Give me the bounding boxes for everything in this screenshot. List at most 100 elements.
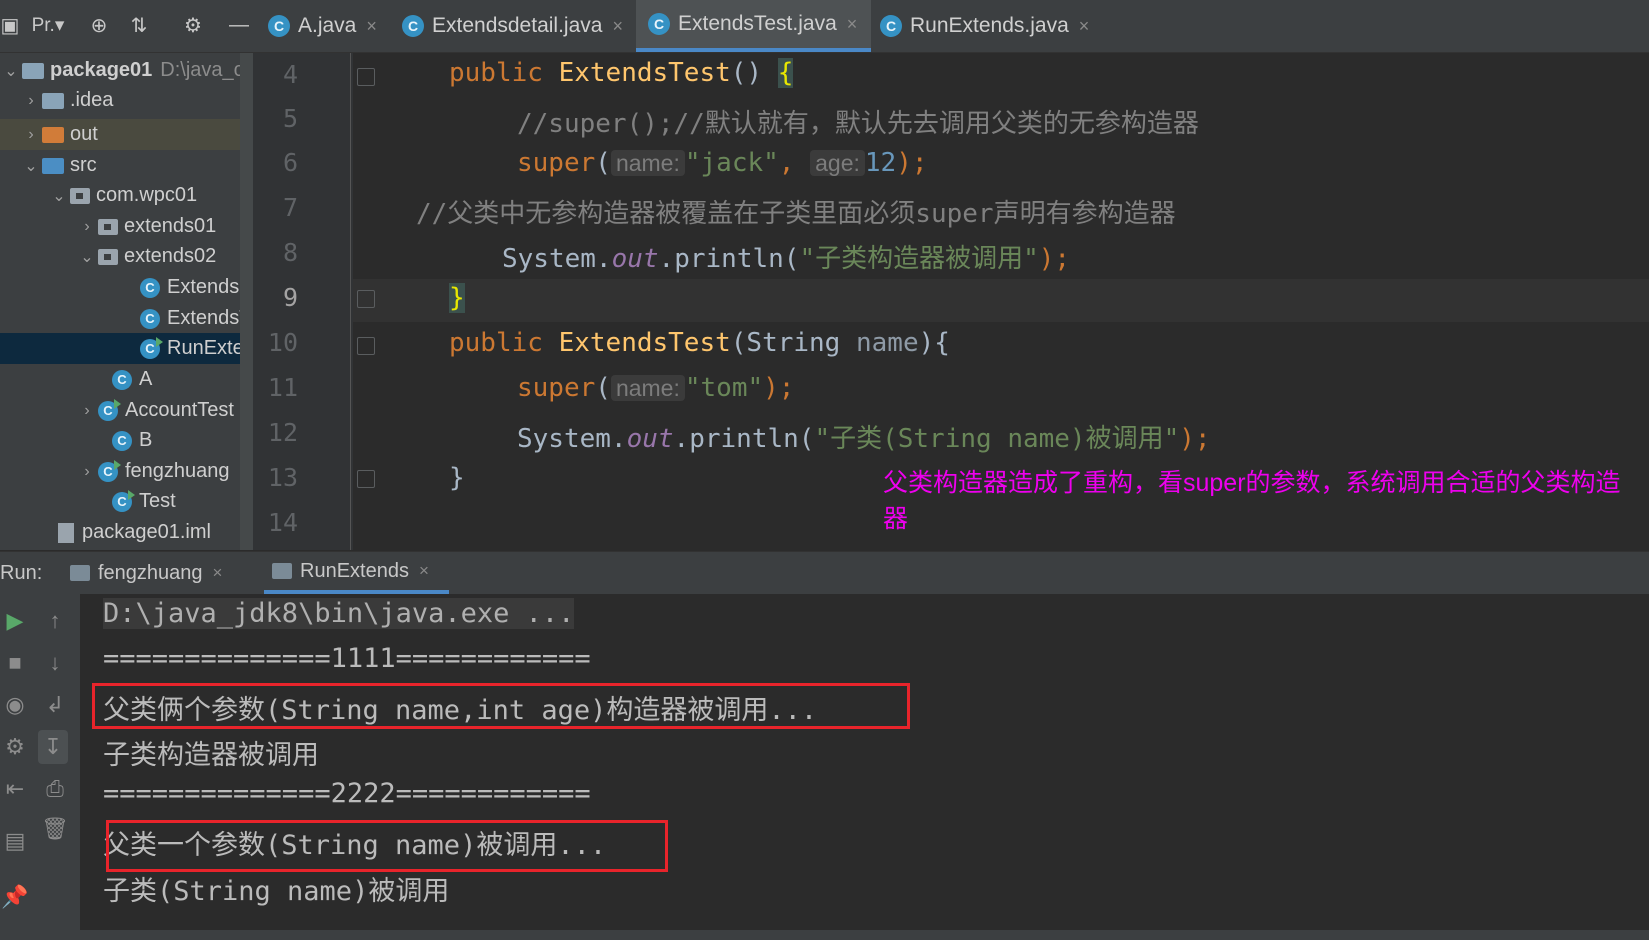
trash-icon[interactable]: 🗑 [40,816,70,842]
close-icon[interactable]: × [419,561,429,581]
tree-item-accounttest[interactable]: › C AccountTest [76,395,234,426]
run-class-icon: C [98,459,121,482]
console-line-command: D:\java_jdk8\bin\java.exe ... [103,598,575,629]
up-arrow-icon[interactable]: ↑ [40,608,70,634]
code-line-12[interactable]: System.out.println("子类(String name)被调用")… [517,418,1211,455]
highlight-box [106,820,668,872]
class-icon: C [112,430,132,451]
line-number: 10 [267,328,298,357]
close-icon[interactable]: × [1079,16,1090,37]
print-icon[interactable]: ⎙ [40,776,70,802]
collapse-all-icon[interactable]: ⇅ [124,10,154,40]
tree-item-a[interactable]: C A [112,364,152,395]
stop-icon[interactable]: ■ [0,650,30,676]
fold-marker-icon[interactable] [357,290,375,308]
tree-item-com-wpc01[interactable]: ⌄ com.wpc01 [48,180,197,211]
code-line-13[interactable]: } [449,463,465,493]
tree-item-b[interactable]: C B [112,425,152,456]
project-panel-icon[interactable]: ▣ [0,10,20,40]
parameter-hint: name: [610,150,685,176]
line-number: 5 [282,104,298,133]
console-line: 子类(String name)被调用 [103,876,450,907]
exit-icon[interactable]: ⇤ [0,776,30,802]
run-tab-runextends[interactable]: RunExtends × [264,552,449,594]
minimize-icon[interactable]: — [224,10,254,40]
line-number: 7 [282,193,298,222]
tree-scrollbar[interactable] [240,53,253,550]
tree-item-package01[interactable]: ⌄ package01 D:\java_c [0,55,243,86]
code-line-7[interactable]: //父类中无参构造器被覆盖在子类里面必须super声明有参构造器 [416,193,1176,230]
line-number: 9 [282,283,298,312]
chevron-right-icon[interactable]: › [76,402,98,420]
console-icon [70,565,90,581]
chevron-down-icon[interactable]: ⌄ [20,156,42,176]
chevron-right-icon[interactable]: › [20,126,42,144]
code-line-11[interactable]: super(name: "tom"); [517,373,794,403]
console-line: 子类构造器被调用 [103,740,319,771]
tree-item-extends02[interactable]: ⌄ extends02 [76,241,216,272]
gear-icon[interactable]: ⚙ [178,10,208,40]
settings-gear-icon[interactable]: ⚙ [0,734,30,760]
chevron-down-icon[interactable]: ⌄ [48,186,70,206]
close-icon[interactable]: × [213,563,223,583]
package-icon [98,248,118,265]
project-tree: ⌄ package01 D:\java_c › .idea › out ⌄ sr… [0,53,243,550]
tab-extendsdetail-java[interactable]: C Extendsdetail.java × [402,0,623,52]
run-tab-fengzhuang[interactable]: fengzhuang × [70,552,222,594]
pin-icon[interactable]: 📌 [0,884,30,910]
close-icon[interactable]: × [847,14,858,35]
class-icon: C [268,15,290,37]
close-icon[interactable]: × [612,16,623,37]
tree-item-runextends[interactable]: C RunExter [140,333,243,364]
source-folder-icon [42,157,64,174]
code-line-4[interactable]: public ExtendsTest() { [449,58,794,88]
tree-item-out[interactable]: › out [20,119,97,150]
tree-item-src[interactable]: ⌄ src [20,150,96,181]
chevron-down-icon[interactable]: ⌄ [0,61,22,81]
tree-item-package01-iml[interactable]: package01.iml [58,517,211,548]
run-class-icon: C [112,489,135,512]
camera-icon[interactable]: ◉ [0,692,30,718]
chevron-right-icon[interactable]: › [76,218,98,236]
tree-item-extendstest[interactable]: C ExtendsT [140,303,243,334]
line-number: 11 [267,373,298,402]
tree-item-test[interactable]: C Test [112,486,176,517]
scroll-to-end-icon[interactable]: ↧ [38,730,68,764]
rerun-icon[interactable]: ▶ [0,608,30,634]
current-line-highlight [353,279,1649,322]
code-line-9[interactable]: } [449,283,465,313]
tab-a-java[interactable]: C A.java × [268,0,377,52]
tree-item-extends01[interactable]: › extends01 [76,211,216,242]
line-number: 12 [267,418,298,447]
tab-extendstest-java[interactable]: C ExtendsTest.java × [636,0,872,52]
down-arrow-icon[interactable]: ↓ [40,650,70,676]
tree-item-fengzhuang[interactable]: › C fengzhuang [76,456,230,487]
line-number: 8 [282,238,298,267]
project-view-dropdown[interactable]: Pr.▾ [26,10,70,40]
code-line-8[interactable]: System.out.println("子类构造器被调用"); [502,238,1070,275]
chevron-right-icon[interactable]: › [76,463,98,481]
tab-runextends-java[interactable]: C RunExtends.java × [880,0,1089,52]
code-line-6[interactable]: super(name: "jack", age: 12); [517,148,928,178]
annotation-note: 父类构造器造成了重构，看super的参数，系统调用合适的父类构造器 [883,469,1621,533]
line-number: 4 [282,60,298,89]
tree-item-idea[interactable]: › .idea [20,85,113,116]
locate-icon[interactable]: ⊕ [84,10,114,40]
code-line-5[interactable]: //super();//默认就有，默认先去调用父类的无参构造器 [517,103,1199,140]
tree-item-extendsdetail[interactable]: C Extendsd [140,272,243,303]
fold-marker-icon[interactable] [357,337,375,355]
soft-wrap-icon[interactable]: ↲ [40,692,70,718]
output-folder-icon [42,126,64,143]
layout-icon[interactable]: ▤ [0,828,30,854]
close-icon[interactable]: × [366,16,377,37]
run-label: Run: [0,561,43,584]
class-icon: C [648,13,670,35]
chevron-down-icon[interactable]: ⌄ [76,247,98,267]
line-number: 14 [267,508,298,537]
package-icon [98,218,118,235]
console-line: ==============2222============ [103,778,591,809]
fold-marker-icon[interactable] [357,470,375,488]
fold-marker-icon[interactable] [357,68,375,86]
code-line-10[interactable]: public ExtendsTest(String name){ [449,328,950,358]
chevron-right-icon[interactable]: › [20,92,42,110]
